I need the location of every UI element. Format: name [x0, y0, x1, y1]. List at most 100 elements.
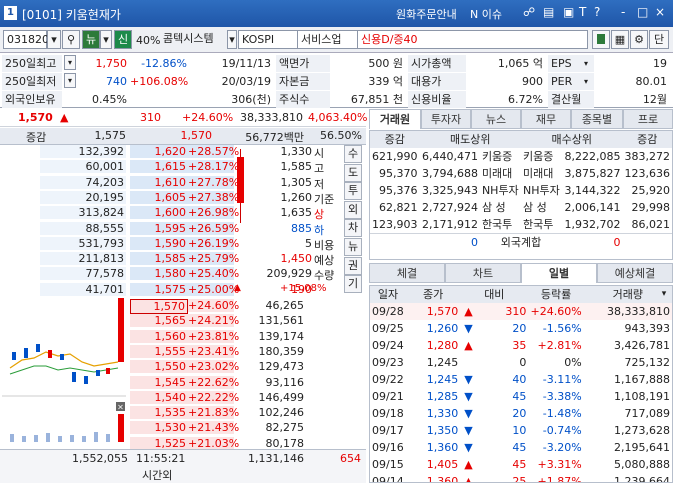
daily-row[interactable]: 09/16 1,360 ▼ 45 -3.20% 2,195,641 [370, 439, 672, 456]
buy-broker[interactable]: 미래대 [521, 165, 562, 182]
daily-row[interactable]: 09/14 1,360 ▲ 25 +1.87% 1,239,664 [370, 473, 672, 482]
sell-broker[interactable]: 한국투 [480, 216, 521, 234]
daily-row[interactable]: 09/25 1,260 ▼ 20 -1.56% 943,393 [370, 320, 672, 337]
side-button[interactable]: 기 [344, 275, 362, 294]
period-dropdown[interactable]: ▾ [64, 55, 76, 70]
daily-date: 09/24 [372, 339, 404, 352]
buy-broker[interactable]: 키움증 [521, 148, 562, 165]
daily-row[interactable]: 09/17 1,350 ▼ 10 -0.74% 1,273,628 [370, 422, 672, 439]
col-header: 증감 [622, 131, 672, 148]
info-value: 0.45% [92, 93, 127, 106]
side-button[interactable]: 차 [344, 219, 362, 238]
side-button[interactable]: 투 [344, 182, 362, 201]
close-icon[interactable]: × [655, 5, 665, 19]
daily-row[interactable]: 09/18 1,330 ▼ 20 -1.48% 717,089 [370, 405, 672, 422]
right-tabs: 거래원 투자자 뉴스 재무 종목별 프로 [369, 109, 673, 129]
menu-order-guide[interactable]: 원화주문안내 [396, 6, 457, 22]
stock-code-input[interactable]: 031820 [3, 30, 49, 49]
info-dropdown[interactable]: ▾ [580, 73, 592, 90]
daily-row[interactable]: 09/24 1,280 ▲ 35 +2.81% 3,426,781 [370, 337, 672, 354]
broker-row[interactable]: 95,376 3,325,943 NH투자 NH투자 3,144,322 25,… [370, 182, 672, 199]
volume-ratio: 4,063.40% [308, 111, 368, 124]
buy-broker[interactable]: 한국투 [521, 216, 562, 234]
info-value: 1,065 억 [497, 57, 543, 70]
broker-row[interactable]: 123,903 2,171,912 한국투 한국투 1,932,702 86,0… [370, 216, 672, 234]
broker-row[interactable]: 621,990 6,440,471 키움증 키움증 8,222,085 383,… [370, 148, 672, 165]
layout-icon[interactable] [592, 30, 610, 49]
info-label: 결산월 [548, 91, 594, 108]
side-button[interactable]: 외 [344, 200, 362, 219]
tab-right[interactable]: 종목별 [571, 109, 623, 129]
bid-qty: 139,174 [258, 329, 305, 343]
window-icon[interactable]: ▤ [543, 5, 554, 19]
buy-broker[interactable]: 삼 성 [521, 199, 562, 216]
tab-right[interactable]: 프로 [623, 109, 673, 129]
ask-price: 1,590 [130, 236, 188, 250]
tab-daily[interactable]: 예상체결 [597, 263, 673, 283]
sell-volume: 2,727,924 [421, 201, 478, 214]
single-view-button[interactable]: 단 [649, 30, 669, 49]
sell-broker[interactable]: 키움증 [480, 148, 521, 165]
ask-pct: +28.57% [188, 145, 240, 158]
gear-icon[interactable]: ⚙ [630, 30, 648, 49]
pin-icon[interactable]: ▣ [563, 5, 574, 19]
daily-close: 1,330 [426, 407, 459, 420]
after-hours-button[interactable]: 시간외 [142, 467, 172, 483]
ask-pct: +26.98% [188, 206, 240, 220]
tab-right[interactable]: 뉴스 [471, 109, 521, 129]
period-dropdown[interactable]: ▾ [64, 73, 76, 88]
info-value: 12월 [642, 93, 667, 106]
side-button[interactable]: 권 [344, 256, 362, 275]
font-icon[interactable]: T [579, 5, 586, 19]
window-title: [0101] 키움현재가 [22, 8, 121, 22]
side-button[interactable]: 뉴 [344, 238, 362, 256]
sell-broker[interactable]: 삼 성 [480, 199, 521, 216]
sell-broker[interactable]: 미래대 [480, 165, 521, 182]
menu-issue[interactable]: N 이슈 [470, 6, 502, 22]
daily-change: 20 [512, 322, 527, 335]
daily-panel: 일자 종가 대비 등락률 거래량 09/28 1,570 ▲ 310 +24.60… [369, 285, 673, 483]
stat-label: 비용 [314, 238, 335, 252]
info-dropdown[interactable]: ▾ [580, 55, 592, 72]
broker-row[interactable]: 62,821 2,727,924 삼 성 삼 성 2,006,141 29,99… [370, 199, 672, 216]
tab-daily[interactable]: 체결 [369, 263, 445, 283]
daily-dropdown[interactable]: ▾ [658, 288, 670, 301]
daily-pct: -3.20% [542, 441, 582, 454]
info-label: 신용비율 [408, 91, 466, 108]
tab-daily[interactable]: 차트 [445, 263, 521, 283]
tab-daily[interactable]: 일별 [521, 263, 597, 283]
sell-broker[interactable]: NH투자 [480, 182, 521, 199]
code-dropdown[interactable]: ▾ [47, 30, 61, 49]
daily-pct: -1.48% [542, 407, 582, 420]
daily-row[interactable]: 09/21 1,285 ▼ 45 -3.38% 1,108,191 [370, 388, 672, 405]
new-badge[interactable]: 뉴 [82, 30, 100, 49]
search-icon[interactable]: ⚲ [62, 30, 80, 49]
bid-price: 1,565 [130, 314, 188, 328]
daily-close: 1,350 [426, 424, 459, 437]
down-arrow-icon: ▼ [464, 441, 473, 454]
daily-pct: -1.56% [542, 322, 582, 335]
ask-qty: 41,701 [40, 282, 126, 296]
daily-row[interactable]: 09/23 1,245 0 0% 725,132 [370, 354, 672, 371]
side-button[interactable]: 수 [344, 145, 362, 163]
tab-right[interactable]: 거래원 [369, 109, 421, 129]
help-icon[interactable]: ? [594, 5, 600, 19]
daily-date: 09/28 [372, 305, 404, 318]
daily-row[interactable]: 09/28 1,570 ▲ 310 +24.60% 38,333,810 [370, 303, 672, 320]
tab-right[interactable]: 재무 [521, 109, 571, 129]
side-button[interactable]: 도 [344, 163, 362, 182]
daily-pct: -3.38% [542, 390, 582, 403]
bid-qty: 180,359 [258, 344, 305, 358]
daily-row[interactable]: 09/22 1,245 ▼ 40 -3.11% 1,167,888 [370, 371, 672, 388]
new-dropdown[interactable]: ▾ [100, 30, 112, 49]
broker-row[interactable]: 95,370 3,794,688 미래대 미래대 3,875,827 123,6… [370, 165, 672, 182]
grid-icon[interactable]: ▦ [611, 30, 629, 49]
maximize-icon[interactable]: □ [637, 5, 648, 19]
buy-broker[interactable]: NH투자 [521, 182, 562, 199]
link-icon[interactable]: ☍ [523, 5, 535, 19]
minimize-icon[interactable]: - [621, 5, 625, 19]
tab-right[interactable]: 투자자 [421, 109, 471, 129]
ask-qty: 60,001 [40, 160, 126, 174]
name-dropdown[interactable]: ▾ [227, 30, 237, 49]
daily-row[interactable]: 09/15 1,405 ▲ 45 +3.31% 5,080,888 [370, 456, 672, 473]
